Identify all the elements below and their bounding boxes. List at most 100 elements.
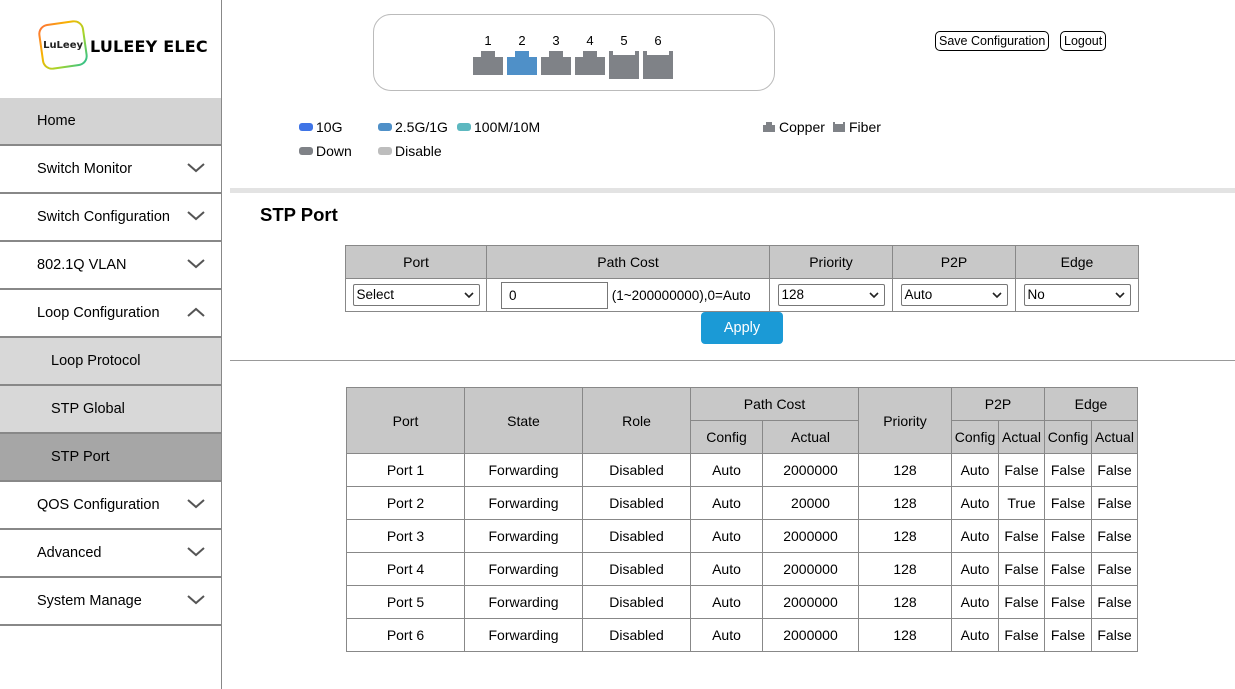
port-select[interactable]: Select (352, 284, 480, 306)
sidebar-item-vlan[interactable]: 802.1Q VLAN (0, 242, 221, 290)
column-header: P2P (951, 387, 1045, 421)
port-2[interactable]: 2 (506, 33, 538, 75)
cell-role: Disabled (582, 519, 691, 553)
column-header: Role (582, 387, 691, 454)
ethernet-port-icon (575, 51, 605, 75)
cell-priority: 128 (858, 519, 952, 553)
column-header: Config (951, 420, 999, 454)
cell-state: Forwarding (464, 486, 583, 520)
p2p-select[interactable]: Auto (900, 284, 1008, 306)
cell-path-cost-actual: 2000000 (762, 453, 859, 487)
table-row: Port 2 Forwarding Disabled Auto 20000 12… (346, 486, 1138, 520)
column-header: Actual (762, 420, 859, 454)
ethernet-port-icon (473, 51, 503, 75)
port-number: 3 (552, 33, 560, 48)
legend-100m: 100M/10M (457, 119, 540, 135)
sidebar-item-advanced[interactable]: Advanced (0, 530, 221, 578)
cell-edge-actual: False (1091, 519, 1138, 553)
path-cost-input[interactable] (501, 281, 608, 309)
sidebar-item-label: Switch Configuration (37, 209, 170, 225)
column-header: Path Cost (690, 387, 859, 421)
stp-port-status-table: Port State Role Path Cost Priority P2P E… (346, 387, 1138, 652)
cell-state: Forwarding (464, 585, 583, 619)
sidebar-item-label: Advanced (37, 545, 102, 561)
column-header: Port (346, 387, 465, 454)
cell-path-cost-actual: 20000 (762, 486, 859, 520)
sidebar-item-loop-configuration[interactable]: Loop Configuration (0, 290, 221, 338)
save-configuration-button[interactable]: Save Configuration (935, 31, 1050, 51)
apply-button[interactable]: Apply (701, 312, 783, 344)
column-header: Port (345, 245, 487, 279)
cell-port: Port 6 (346, 618, 465, 652)
ethernet-port-icon (541, 51, 571, 75)
sidebar-item-stp-global[interactable]: STP Global (0, 386, 221, 434)
cell-p2p-config: Auto (951, 453, 999, 487)
edge-select[interactable]: No (1023, 284, 1131, 306)
column-header: Path Cost (486, 245, 770, 279)
sidebar-item-label: QOS Configuration (37, 497, 160, 513)
sidebar-item-switch-configuration[interactable]: Switch Configuration (0, 194, 221, 242)
cell-p2p-config: Auto (951, 486, 999, 520)
port-4[interactable]: 4 (574, 33, 606, 75)
port-number: 6 (654, 33, 662, 48)
sidebar-item-stp-port[interactable]: STP Port (0, 434, 221, 482)
brand-logo: LuLeey LULEEY ELEC (0, 0, 221, 98)
cell-edge-config: False (1044, 486, 1092, 520)
ethernet-port-icon (507, 51, 537, 75)
swatch-100m (457, 123, 471, 131)
fiber-port-icon (643, 51, 673, 79)
chevron-down-icon (187, 595, 205, 605)
legend-label: Fiber (849, 119, 881, 135)
stp-port-config-table: Port Path Cost Priority P2P Edge Select … (345, 245, 1139, 312)
cell-path-cost-config: Auto (690, 519, 763, 553)
cell-p2p-actual: False (998, 618, 1045, 652)
port-1[interactable]: 1 (472, 33, 504, 75)
column-header: P2P (892, 245, 1016, 279)
edge-cell: No (1015, 278, 1139, 312)
legend-label: 100M/10M (474, 119, 541, 135)
config-input-row: Select (1~200000000),0=Auto 128 Auto No (345, 278, 1139, 312)
cell-role: Disabled (582, 486, 691, 520)
cell-p2p-config: Auto (951, 618, 999, 652)
port-select-value: Select (356, 287, 395, 302)
cell-p2p-actual: True (998, 486, 1045, 520)
sidebar-item-home[interactable]: Home (0, 98, 221, 146)
column-header: State (464, 387, 583, 454)
chevron-down-icon (1114, 292, 1125, 299)
config-header-row: Port Path Cost Priority P2P Edge (345, 245, 1139, 279)
priority-select[interactable]: 128 (777, 284, 885, 306)
cell-path-cost-actual: 2000000 (762, 585, 859, 619)
port-5[interactable]: 5 (608, 33, 640, 79)
legend-label: 10G (316, 119, 343, 135)
port-3[interactable]: 3 (540, 33, 572, 75)
cell-edge-config: False (1044, 618, 1092, 652)
path-cost-hint: (1~200000000),0=Auto (611, 287, 751, 303)
path-cost-cell: (1~200000000),0=Auto (486, 278, 770, 312)
sidebar-item-switch-monitor[interactable]: Switch Monitor (0, 146, 221, 194)
cell-priority: 128 (858, 618, 952, 652)
sidebar-item-qos-configuration[interactable]: QOS Configuration (0, 482, 221, 530)
chevron-down-icon (187, 163, 205, 173)
table-row: Port 6 Forwarding Disabled Auto 2000000 … (346, 618, 1138, 652)
p2p-select-value: Auto (904, 287, 933, 302)
sidebar-item-loop-protocol[interactable]: Loop Protocol (0, 338, 221, 386)
legend-disable: Disable (378, 143, 442, 159)
cell-port: Port 2 (346, 486, 465, 520)
cell-role: Disabled (582, 618, 691, 652)
logout-button[interactable]: Logout (1060, 31, 1107, 51)
port-6[interactable]: 6 (642, 33, 674, 79)
port-number: 4 (586, 33, 594, 48)
cell-path-cost-config: Auto (690, 585, 763, 619)
sidebar-item-label: STP Global (51, 401, 125, 417)
cell-path-cost-config: Auto (690, 486, 763, 520)
sidebar-item-system-manage[interactable]: System Manage (0, 578, 221, 626)
sidebar-item-label: Loop Configuration (37, 305, 160, 321)
cell-path-cost-actual: 2000000 (762, 519, 859, 553)
table-row: Port 1 Forwarding Disabled Auto 2000000 … (346, 453, 1138, 487)
chevron-up-icon (187, 307, 205, 317)
fiber-port-icon (609, 51, 639, 79)
legend-label: Down (316, 143, 352, 159)
cell-p2p-config: Auto (951, 585, 999, 619)
swatch-10g (299, 123, 313, 131)
copper-port-icon (763, 122, 775, 132)
